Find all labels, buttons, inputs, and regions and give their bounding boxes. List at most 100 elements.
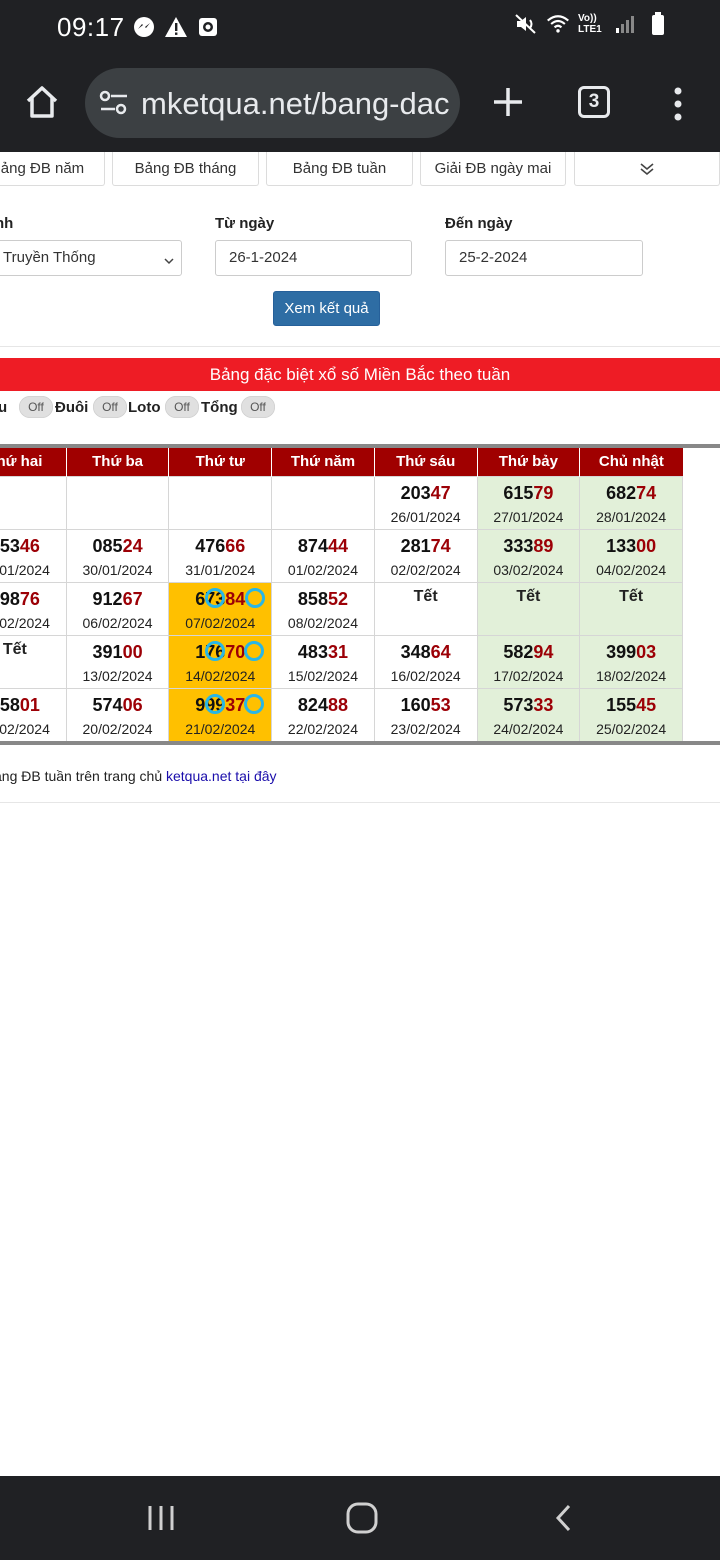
tab-bang-db-nam[interactable]: ảng ĐB năm: [0, 152, 105, 186]
result-tail: 64: [430, 641, 451, 662]
tab-bang-db-tuan[interactable]: Bảng ĐB tuần: [266, 152, 413, 186]
table-cell: 16053 23/02/2024: [373, 687, 478, 742]
result-date: 01/02/2024: [287, 561, 358, 578]
site-settings-icon[interactable]: [99, 90, 129, 121]
view-results-button[interactable]: Xem kết quả: [273, 291, 380, 326]
mute-icon: [514, 12, 538, 36]
nav-tabs: ảng ĐB năm Bảng ĐB tháng Bảng ĐB tuần Gi…: [0, 152, 720, 192]
result-date: 14/02/2024: [185, 667, 256, 684]
result-date: 03/02/2024: [493, 561, 564, 578]
screen-record-icon: [196, 15, 220, 39]
result-tail: 06: [122, 694, 143, 715]
touch-marker-icon: [245, 588, 265, 608]
result-number: 20347: [375, 482, 477, 504]
result-number: 08524: [67, 535, 169, 557]
col-thu-ba: Thứ ba: [65, 448, 169, 476]
table-row: 7580119/02/20245740620/02/20249993721/02…: [0, 687, 683, 742]
result-head: 476: [195, 535, 226, 556]
toggle-tong[interactable]: Off: [235, 396, 275, 418]
toggle-row: u Off Đuôi Off Loto Off Tổng Off: [0, 396, 720, 420]
result-date: 20/02/2024: [82, 720, 153, 737]
table-cell: 91267 06/02/2024: [65, 581, 170, 636]
new-tab-icon[interactable]: [488, 82, 528, 122]
toggle-duoi[interactable]: Off: [87, 396, 127, 418]
result-tail: 46: [19, 535, 40, 556]
double-chevron-down-icon: [640, 162, 654, 175]
table-bottom-border: [0, 741, 720, 745]
to-date-input[interactable]: 25-2-2024: [445, 240, 643, 276]
tab-giai-db-ngay-mai[interactable]: Giải ĐB ngày mai: [420, 152, 566, 186]
table-cell: [65, 475, 170, 530]
result-date: 31/01/2024: [185, 561, 256, 578]
more-tabs-button[interactable]: [574, 152, 720, 186]
from-date-input[interactable]: 26-1-2024: [215, 240, 412, 276]
holiday-label: Tết: [2, 640, 27, 658]
more-menu-icon[interactable]: [668, 84, 688, 124]
url-text[interactable]: mketqua.net/bang-dac: [141, 86, 450, 122]
result-number: 16053: [375, 694, 477, 716]
col-chu-nhat: Chủ nhật: [579, 448, 683, 476]
divider: [0, 346, 720, 347]
tab-switcher-button[interactable]: 3: [578, 86, 610, 118]
result-tail: 03: [636, 641, 657, 662]
result-date: 22/02/2024: [287, 720, 358, 737]
table-cell: 75346 29/01/2024: [0, 528, 67, 583]
chevron-down-icon: [163, 253, 175, 270]
table-cell: 87444 01/02/2024: [271, 528, 375, 583]
result-head: 582: [503, 641, 534, 662]
result-tail: 45: [636, 694, 657, 715]
tab-bang-db-thang[interactable]: Bảng ĐB tháng: [112, 152, 259, 186]
browser-toolbar: mketqua.net/bang-dac 3: [0, 56, 720, 152]
province-select[interactable]: Truyền Thống: [0, 240, 182, 276]
holiday-label: Tết: [413, 587, 438, 605]
result-head: 160: [400, 694, 431, 715]
col-thu-nam: Thứ năm: [271, 448, 375, 476]
messenger-icon: [132, 15, 156, 39]
toggle-label-loto: Loto: [128, 399, 161, 416]
system-nav-bar: [0, 1476, 720, 1560]
table-cell: 85852 08/02/2024: [271, 581, 375, 636]
result-head: 483: [297, 641, 328, 662]
toggle-dau[interactable]: Off: [13, 396, 53, 418]
col-thu-bay: Thứ bảy: [476, 448, 580, 476]
address-bar[interactable]: mketqua.net/bang-dac: [85, 68, 460, 138]
table-row: 75346 29/01/2024 08524 30/01/2024 47666 31/01…: [0, 528, 683, 583]
table-header-row: Thứ hai Thứ ba Thứ tư Thứ năm Thứ sáu Th…: [0, 448, 683, 476]
home-nav-icon[interactable]: [340, 1496, 384, 1540]
table-cell: 68274 28/01/2024: [579, 475, 683, 530]
result-head: 858: [297, 588, 328, 609]
toggle-label-tong: Tổng: [201, 399, 238, 416]
result-head: 615: [503, 482, 534, 503]
result-head: 758: [0, 694, 20, 715]
result-date: 15/02/2024: [287, 667, 358, 684]
battery-icon: [646, 12, 670, 36]
result-date: 06/02/2024: [82, 614, 153, 631]
back-icon[interactable]: [542, 1496, 586, 1540]
result-head: 574: [92, 694, 123, 715]
table-cell: [0, 475, 67, 530]
home-icon[interactable]: [22, 82, 62, 122]
result-date: 04/02/2024: [596, 561, 667, 578]
result-tail: 89: [533, 535, 554, 556]
result-tail: 52: [327, 588, 348, 609]
result-head: 133: [606, 535, 637, 556]
result-number: 15545: [580, 694, 682, 716]
table-cell: Tết: [476, 581, 581, 636]
holiday-label: Tết: [619, 587, 644, 605]
result-date: 27/01/2024: [493, 508, 564, 525]
result-date: 30/01/2024: [82, 561, 153, 578]
footnote-link[interactable]: ketqua.net tại đây: [166, 768, 277, 784]
result-date: 16/02/2024: [390, 667, 461, 684]
result-number: 57333: [478, 694, 580, 716]
table-cell: 39903 18/02/2024: [579, 634, 683, 689]
result-head: 698: [0, 588, 20, 609]
result-number: 87444: [272, 535, 374, 557]
toggle-loto[interactable]: Off: [159, 396, 199, 418]
divider: [0, 802, 720, 803]
result-number: 39903: [580, 641, 682, 663]
result-number: 85852: [272, 588, 374, 610]
result-date: 17/02/2024: [493, 667, 564, 684]
touch-marker-icon: [205, 641, 225, 661]
recent-apps-icon[interactable]: [139, 1496, 183, 1540]
result-tail: 84: [225, 588, 246, 609]
